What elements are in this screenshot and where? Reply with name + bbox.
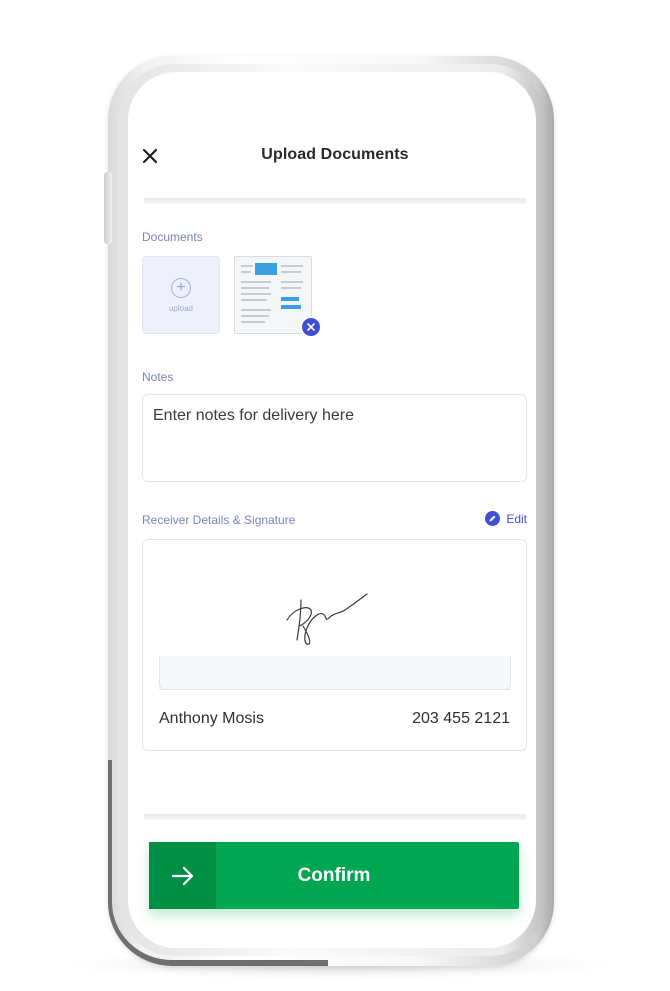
document-line [281, 281, 303, 283]
edit-label: Edit [506, 511, 527, 526]
document-line [241, 271, 251, 273]
confirm-label: Confirm [297, 864, 371, 886]
app-screen: Upload Documents Documents + upload Note… [128, 72, 536, 948]
pencil-icon [485, 511, 501, 526]
receiver-card: Anthony Mosis 203 455 2121 [142, 539, 527, 751]
arrow-right-icon [149, 842, 216, 909]
plus-circle-icon: + [171, 277, 191, 298]
document-line [281, 287, 301, 289]
close-icon [307, 323, 315, 331]
signature-image [286, 593, 368, 645]
document-line [281, 265, 303, 267]
bottom-divider [144, 814, 526, 820]
document-line [281, 271, 301, 273]
document-graphic [281, 297, 299, 301]
document-line [241, 293, 271, 295]
notes-field[interactable]: Enter notes for delivery here [142, 394, 527, 482]
confirm-button[interactable]: Confirm [149, 842, 519, 909]
receiver-phone: 203 455 2121 [412, 710, 510, 727]
document-line [241, 299, 267, 301]
document-line [241, 287, 269, 289]
document-line [241, 321, 265, 323]
notes-label: Notes [142, 370, 174, 384]
receiver-name: Anthony Mosis [159, 710, 264, 727]
document-line [241, 309, 271, 311]
header-divider [144, 198, 526, 204]
phone-side-button [104, 172, 112, 244]
document-graphic [281, 305, 301, 309]
upload-label: upload [168, 303, 194, 313]
receiver-label: Receiver Details & Signature [142, 513, 296, 527]
signature-pad[interactable] [159, 656, 511, 690]
remove-document-button[interactable] [300, 316, 322, 338]
document-line [241, 265, 253, 267]
edit-receiver-button[interactable]: Edit [485, 511, 527, 526]
document-line [241, 315, 269, 317]
document-thumbnail[interactable] [234, 256, 322, 338]
upload-document-button[interactable]: + upload [142, 256, 220, 334]
page-title: Upload Documents [261, 146, 409, 163]
document-line [241, 281, 271, 283]
documents-label: Documents [142, 230, 203, 244]
document-graphic [255, 263, 277, 275]
